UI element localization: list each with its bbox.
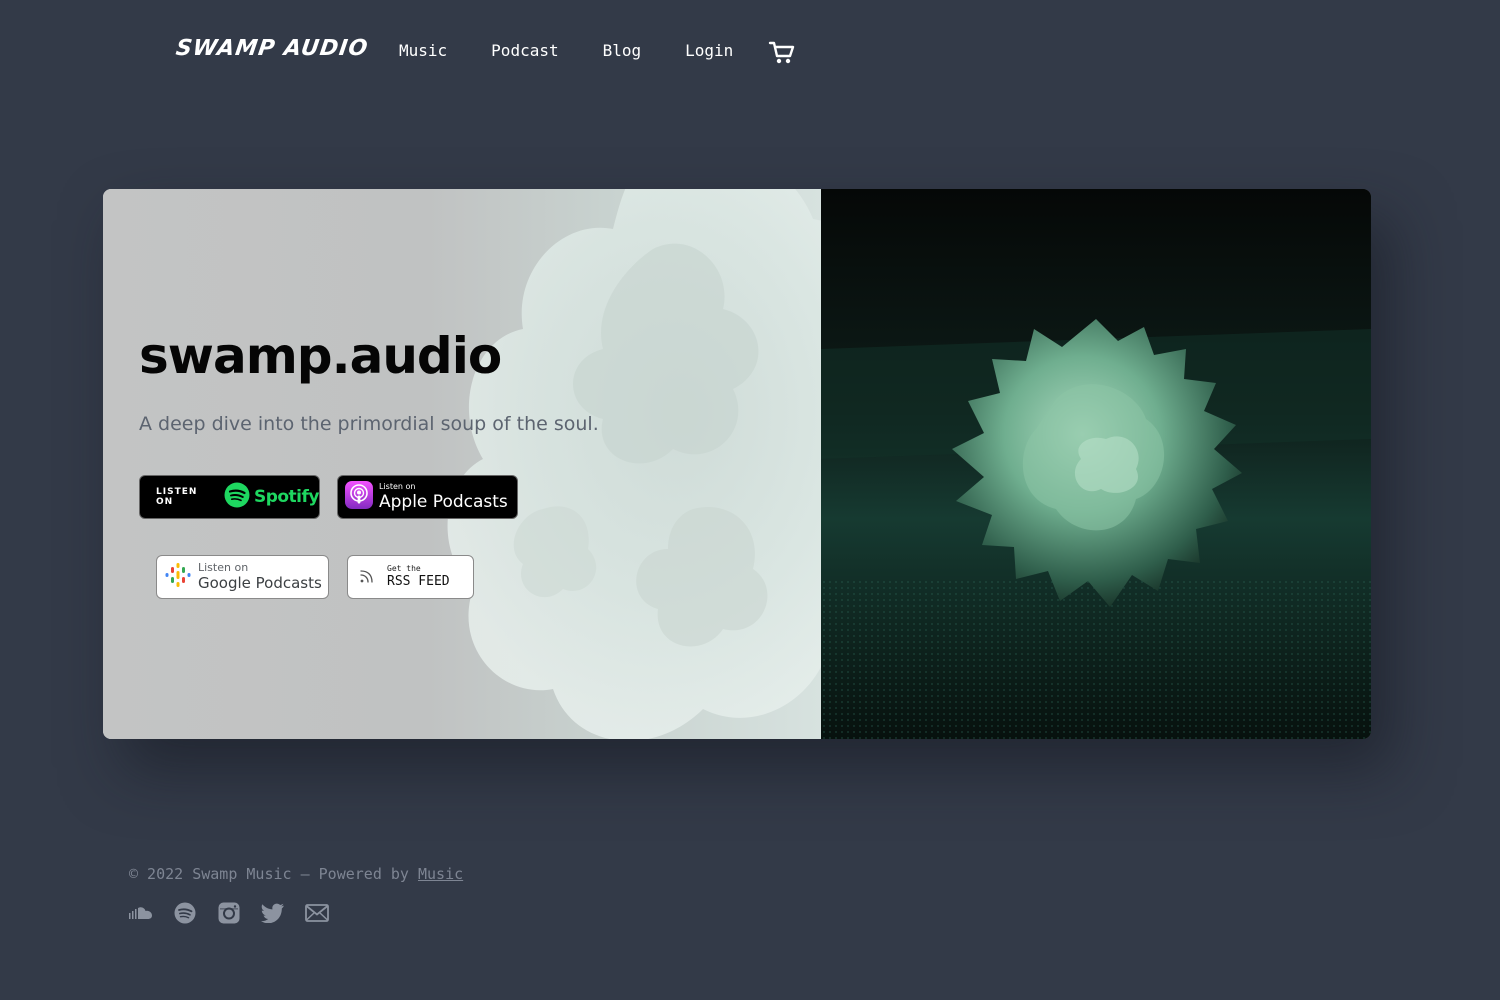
- copyright-text: © 2022 Swamp Music — Powered by: [129, 865, 409, 883]
- site-logo[interactable]: SWAMP AUDIO: [174, 36, 370, 61]
- blob-background-art: [447, 189, 821, 739]
- social-links: [129, 901, 349, 925]
- hero-title: swamp.audio: [139, 327, 502, 385]
- spotify-badge-pre: LISTEN ON: [156, 487, 198, 507]
- google-badge-brand: Google Podcasts: [198, 574, 322, 592]
- instagram-icon[interactable]: [217, 901, 241, 925]
- footer-music-link[interactable]: Music: [418, 865, 463, 883]
- nav-link-blog[interactable]: Blog: [603, 40, 642, 62]
- main-nav: Music Podcast Blog Login: [399, 40, 777, 62]
- apple-badge-brand: Apple Podcasts: [379, 492, 508, 512]
- nav-link-login[interactable]: Login: [685, 40, 733, 62]
- hero-subtitle: A deep dive into the primordial soup of …: [139, 413, 599, 435]
- listen-on-google-podcasts-button[interactable]: Listen on Google Podcasts: [156, 555, 329, 599]
- email-icon[interactable]: [305, 901, 329, 925]
- hero-card: swamp.audio A deep dive into the primord…: [103, 189, 1371, 739]
- google-badge-pre: Listen on: [198, 561, 249, 574]
- listen-on-apple-podcasts-button[interactable]: Listen on Apple Podcasts: [337, 475, 518, 519]
- twitter-icon[interactable]: [261, 901, 285, 925]
- nav-link-podcast[interactable]: Podcast: [491, 40, 558, 62]
- google-podcasts-icon: [163, 560, 193, 594]
- spotify-badge-brand: Spotify: [253, 487, 319, 507]
- hero-text-panel: swamp.audio A deep dive into the primord…: [103, 189, 821, 739]
- hero-artwork: [821, 189, 1371, 739]
- apple-badge-pre: Listen on: [379, 482, 416, 491]
- rss-badge-brand: RSS FEED: [387, 574, 450, 589]
- rss-feed-button[interactable]: Get the RSS FEED: [347, 555, 474, 599]
- listen-on-spotify-button[interactable]: LISTEN ON Spotify: [139, 475, 320, 519]
- spotify-icon: [224, 482, 250, 512]
- soundcloud-icon[interactable]: [129, 901, 153, 925]
- rss-icon: [358, 565, 378, 589]
- rss-badge-pre: Get the: [387, 564, 421, 573]
- top-navigation: SWAMP AUDIO Music Podcast Blog Login: [0, 0, 1500, 104]
- footer-copyright: © 2022 Swamp Music — Powered by Music: [129, 865, 463, 883]
- apple-podcasts-icon: [344, 480, 374, 514]
- green-sphere-artwork: [821, 189, 1371, 739]
- spotify-icon[interactable]: [173, 901, 197, 925]
- nav-link-music[interactable]: Music: [399, 40, 447, 62]
- cart-icon[interactable]: [768, 40, 796, 66]
